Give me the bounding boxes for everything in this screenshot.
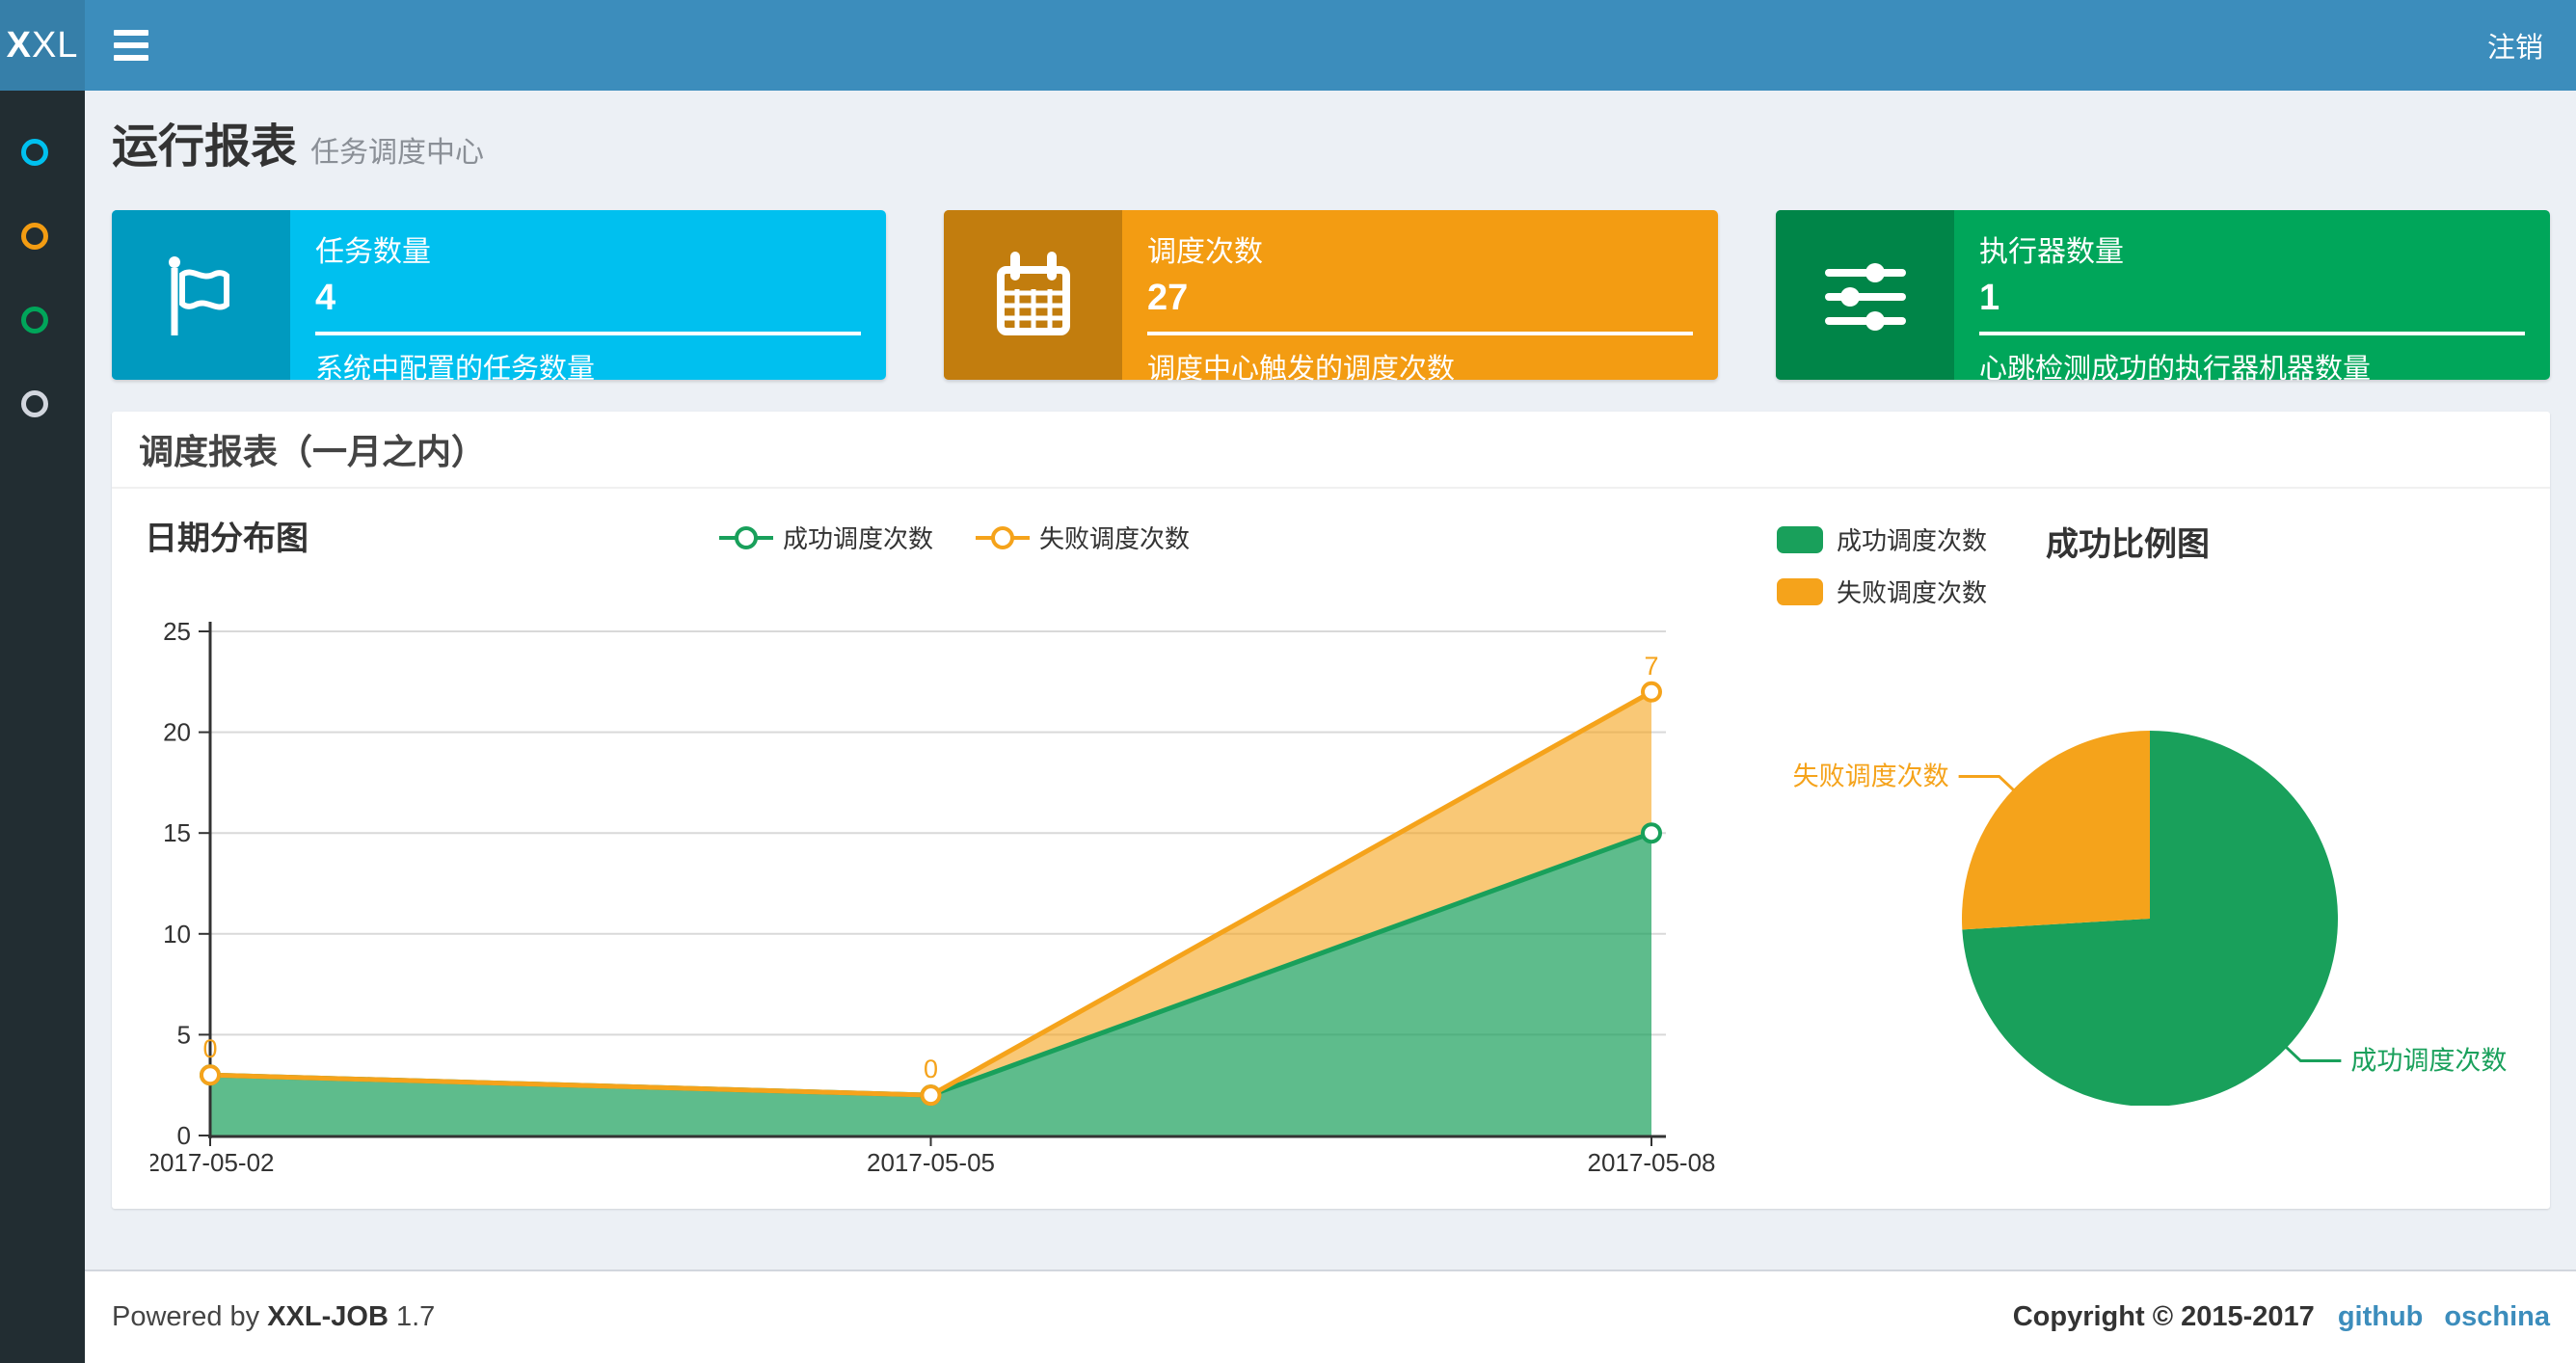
sliders-icon [1824,263,1906,331]
stat-box-executors: 执行器数量 1 心跳检测成功的执行器机器数量 [1776,210,2550,385]
schedule-report-panel: 调度报表（一月之内） 日期分布图 成功调度次数 失败调度次数 0 5 10 15… [112,412,2550,1209]
sidebar-item-3[interactable] [0,278,85,361]
calendar-icon [996,252,1070,335]
divider [315,332,861,335]
powered-by: Powered by XXL-JOB 1.7 [112,1301,436,1332]
circle-icon [21,222,48,250]
stat-description: 心跳检测成功的执行器机器数量 [1979,354,2372,385]
success-ratio-pie: 成功调度次数 失败调度次数 [1793,731,2507,1106]
sidebar-item-2[interactable] [0,194,85,278]
stat-box-triggers: 调度次数 27 调度中心触发的调度次数 [944,210,1718,385]
page-footer: Powered by XXL-JOB 1.7 Copyright © 2015-… [85,1269,2576,1363]
page-subtitle: 任务调度中心 [310,137,485,169]
circle-icon [21,306,48,334]
svg-text:25: 25 [163,617,191,646]
stat-value: 1 [1979,278,2000,318]
svg-text:成功调度次数: 成功调度次数 [2350,1047,2507,1076]
divider [1979,332,2525,335]
logo-text: XL [31,24,79,66]
date-distribution-chart: 05101520252017-05-02 2017-05-05 2017-05-08… [150,617,1716,1173]
svg-text:0: 0 [202,1034,217,1063]
sidebar-item-1[interactable] [0,110,85,194]
svg-text:10: 10 [163,920,191,949]
svg-text:2017-05-08: 2017-05-08 [1588,1148,1716,1173]
github-link[interactable]: github [2338,1301,2424,1333]
divider [1147,332,1693,335]
stat-value: 4 [315,278,336,318]
stat-box-jobs: 任务数量 4 系统中配置的任务数量 [112,210,886,385]
panel-title: 调度报表（一月之内） [139,432,487,471]
stat-description: 调度中心触发的调度次数 [1147,354,1456,385]
svg-text:失败调度次数: 失败调度次数 [1793,762,1949,790]
stat-title: 调度次数 [1147,236,1263,268]
top-navbar: X XL 注销 [0,0,2576,91]
svg-text:0: 0 [924,1055,938,1083]
stat-value: 27 [1147,278,1189,318]
svg-text:20: 20 [163,718,191,747]
hamburger-icon [114,30,148,36]
circle-icon [21,389,48,417]
sidebar-item-4[interactable] [0,361,85,445]
stat-title: 执行器数量 [1979,236,2124,268]
page-title: 运行报表 任务调度中心 [112,121,485,173]
flag-icon [168,256,229,335]
logout-link[interactable]: 注销 [2487,25,2543,66]
stat-description: 系统中配置的任务数量 [315,354,596,385]
sidebar [0,91,85,1363]
svg-text:5: 5 [177,1020,191,1049]
logo-text-bold: X [6,24,32,66]
svg-text:2017-05-05: 2017-05-05 [867,1148,995,1173]
stat-title: 任务数量 [315,236,431,268]
svg-text:2017-05-02: 2017-05-02 [150,1148,275,1173]
oschina-link[interactable]: oschina [2444,1301,2550,1333]
svg-text:7: 7 [1644,652,1658,681]
copyright: Copyright © 2015-2017 [2012,1301,2315,1332]
svg-text:0: 0 [177,1121,191,1150]
stat-boxes-row: 任务数量 4 系统中配置的任务数量 调度次数 27 调度中心触发的调度次数 执行… [112,210,2550,385]
svg-text:15: 15 [163,818,191,847]
app-logo[interactable]: X XL [0,0,85,91]
circle-icon [21,138,48,166]
sidebar-toggle-button[interactable] [114,24,156,67]
